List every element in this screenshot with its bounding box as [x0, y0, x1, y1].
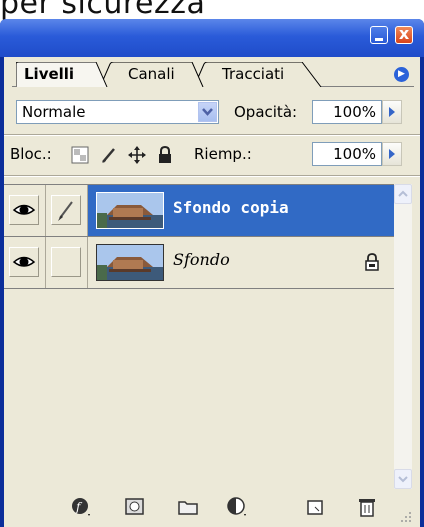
- layer-thumbnail[interactable]: [96, 244, 164, 281]
- layers-toolbar: f: [4, 493, 412, 521]
- close-button[interactable]: x: [395, 24, 413, 44]
- house-image: [97, 245, 163, 280]
- cell-frame: [51, 247, 81, 277]
- close-icon: x: [398, 24, 410, 43]
- play-icon: ▶: [398, 69, 405, 79]
- lock-transparency-icon[interactable]: [71, 146, 89, 164]
- layers-list: Sfondo copia Sfondo: [4, 184, 394, 490]
- resize-grip-icon[interactable]: [398, 511, 412, 523]
- new-group-icon[interactable]: [177, 496, 199, 518]
- blend-row: Normale Opacità: 100%: [4, 94, 420, 130]
- scroll-up-button[interactable]: [394, 184, 412, 204]
- lock-all-icon[interactable]: [156, 146, 174, 164]
- lock-image-icon[interactable]: [100, 146, 118, 164]
- play-icon: [389, 149, 395, 159]
- cell-frame: [51, 195, 81, 225]
- layers-palette-window: x Tracciati Canali Livelli ▶ Normale Opa…: [0, 19, 424, 527]
- tab-label: Canali: [128, 65, 175, 83]
- layer-name: Sfondo: [173, 250, 230, 269]
- fill-slider-button[interactable]: [382, 142, 402, 166]
- visibility-toggle[interactable]: [4, 237, 46, 288]
- lock-icon: [365, 253, 379, 271]
- minimize-button[interactable]: [370, 26, 388, 44]
- layer-style-icon[interactable]: f: [70, 496, 92, 518]
- layer-thumbnail[interactable]: [96, 192, 164, 229]
- divider: [4, 175, 420, 177]
- layer-mask-icon[interactable]: [124, 496, 146, 518]
- divider: [4, 134, 420, 136]
- lock-label: Bloc.:: [10, 145, 52, 163]
- layer-row[interactable]: Sfondo: [4, 237, 394, 289]
- play-icon: [389, 107, 395, 117]
- lock-row: Bloc.: Riemp.: 100%: [4, 137, 420, 173]
- eye-icon: [12, 204, 36, 215]
- chevron-up-icon: [398, 190, 408, 197]
- trash-icon[interactable]: [356, 496, 378, 518]
- new-layer-icon[interactable]: [304, 496, 326, 518]
- layers-scrollbar[interactable]: [394, 184, 412, 489]
- adjustment-layer-icon[interactable]: [226, 496, 248, 518]
- opacity-label: Opacità:: [234, 103, 298, 121]
- palette-menu-button[interactable]: ▶: [394, 67, 409, 82]
- brush-icon: [58, 201, 73, 221]
- fill-label: Riemp.:: [194, 145, 252, 163]
- blend-mode-value: Normale: [22, 103, 86, 121]
- opacity-field[interactable]: 100%: [312, 100, 382, 124]
- tab-livelli[interactable]: Livelli: [16, 62, 108, 87]
- opacity-slider-button[interactable]: [382, 100, 402, 124]
- title-bar[interactable]: x: [0, 19, 424, 57]
- layer-name: Sfondo copia: [173, 198, 289, 217]
- eye-icon: [12, 256, 36, 267]
- link-toggle[interactable]: [46, 237, 88, 288]
- cell-frame: [9, 195, 39, 225]
- house-image: [97, 193, 163, 228]
- fill-field[interactable]: 100%: [312, 142, 382, 166]
- tab-strip: Tracciati Canali Livelli ▶: [4, 57, 420, 89]
- tab-label: Livelli: [24, 65, 75, 83]
- background-text-fragment: per sicurezza: [0, 0, 206, 21]
- blend-mode-select[interactable]: Normale: [16, 100, 219, 124]
- layer-row[interactable]: Sfondo copia: [4, 185, 394, 237]
- link-toggle[interactable]: [46, 185, 88, 236]
- cell-frame: [9, 247, 39, 277]
- scroll-down-button[interactable]: [394, 469, 412, 489]
- chevron-down-icon: [398, 476, 408, 483]
- chevron-shape: [202, 108, 213, 116]
- lock-position-icon[interactable]: [128, 146, 146, 164]
- chevron-down-icon[interactable]: [198, 102, 217, 122]
- visibility-toggle[interactable]: [4, 185, 46, 236]
